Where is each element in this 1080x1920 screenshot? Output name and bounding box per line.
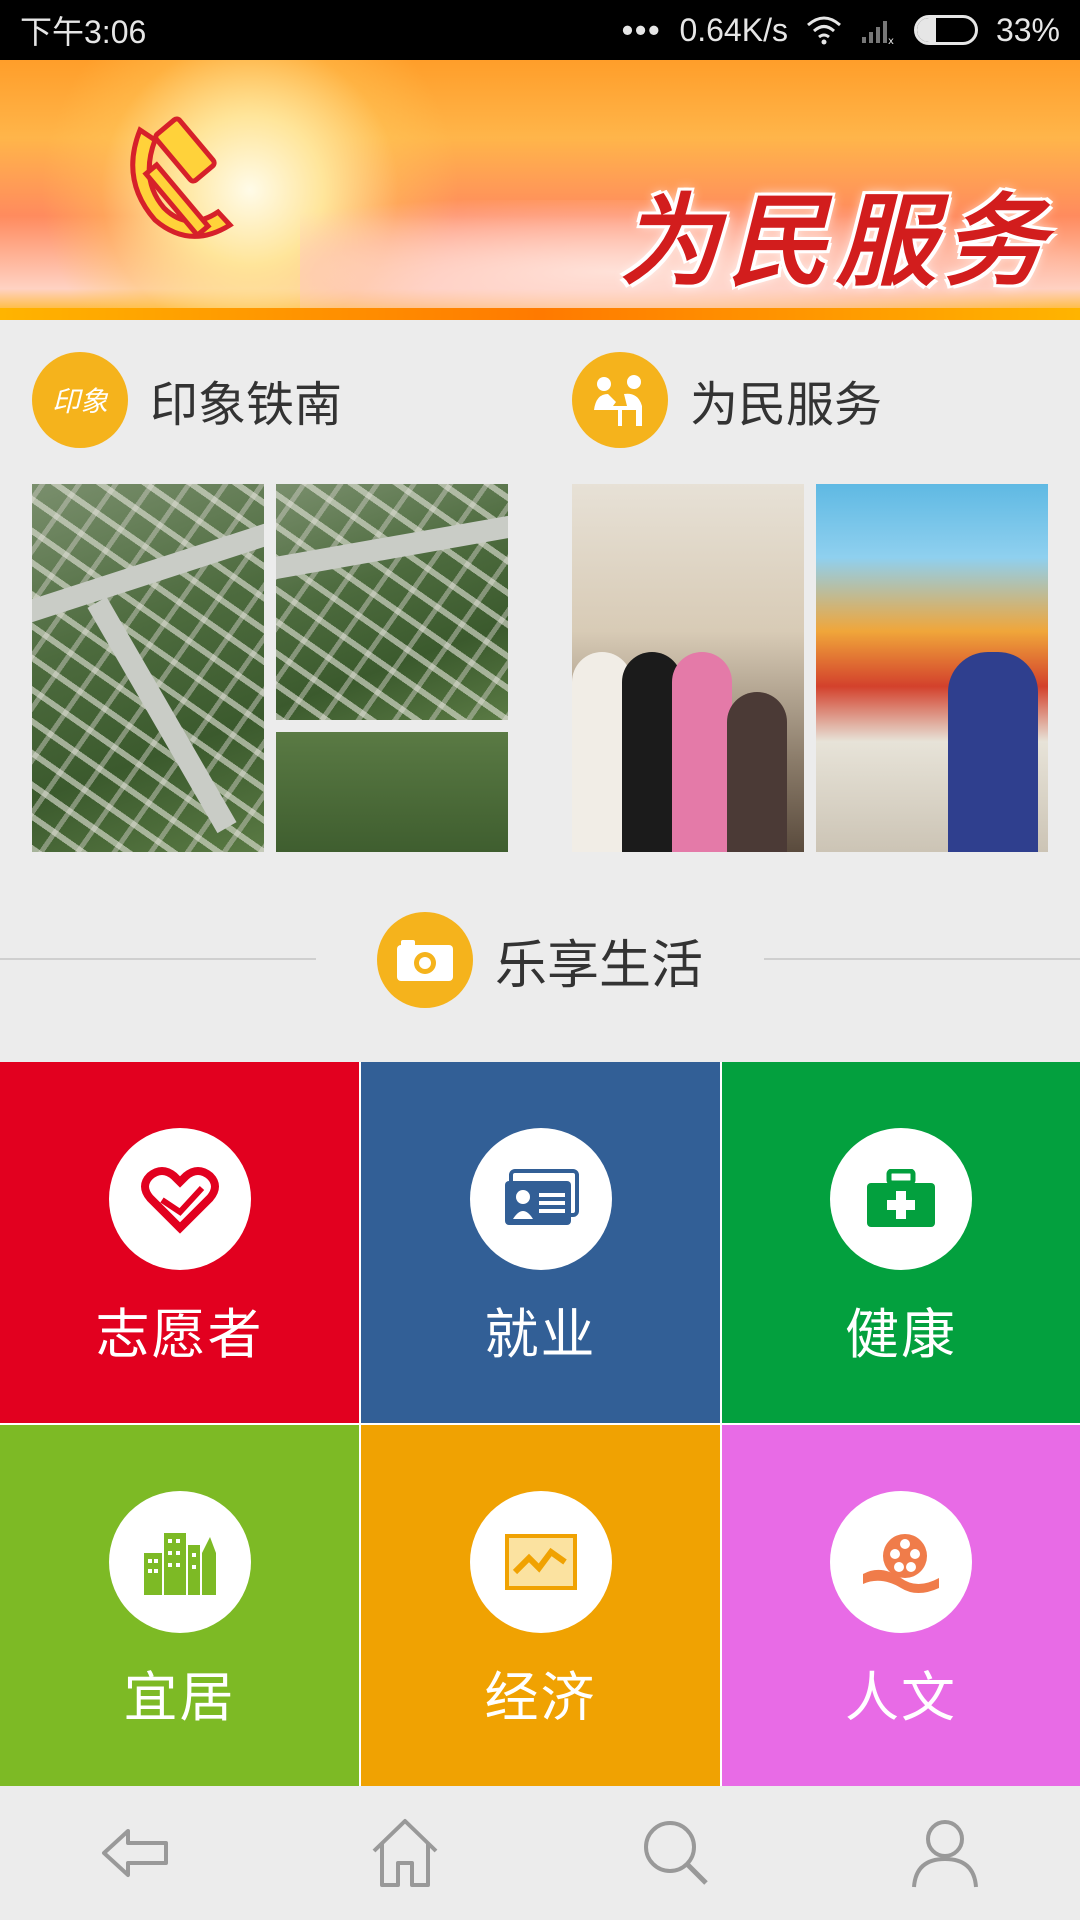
battery-percent: 33% [995,11,1060,48]
tile-culture[interactable]: 人文 [722,1425,1080,1786]
header-banner: 为民服务 [0,60,1080,320]
search-button[interactable] [615,1803,735,1903]
chart-trend-icon [504,1534,577,1590]
buildings-icon [143,1533,216,1595]
service-people-icon [572,352,668,448]
network-speed: 0.64K/s [679,11,788,48]
feature-title: 印象铁南 [150,377,343,433]
tile-label: 志愿者 [95,1303,264,1366]
film-reel-icon [863,1534,939,1593]
tile-employment[interactable]: 就业 [361,1062,720,1423]
back-icon [102,1829,168,1877]
wifi-icon [806,16,841,45]
aerial-photo[interactable] [276,732,508,852]
tile-volunteer[interactable]: 志愿者 [0,1062,359,1423]
id-card-icon [504,1169,579,1225]
yinxiang-logo-icon: 印象 [32,352,128,448]
tile-label: 宜居 [123,1666,236,1729]
user-icon [912,1820,978,1888]
aerial-photo[interactable] [276,484,508,720]
svg-text:x: x [888,36,894,45]
feature-header: 印象 印象铁南 [32,350,512,450]
feature-header: 为民服务 [572,350,1052,450]
category-grid: 志愿者 就业 健康 宜居 经济 人文 [0,1062,1080,1786]
tile-label: 经济 [484,1666,597,1729]
camera-icon [376,912,473,1008]
status-time: 下午3:06 [20,14,147,50]
tile-livable[interactable]: 宜居 [0,1425,359,1786]
banner-title: 为民服务 [620,182,1052,300]
back-button[interactable] [75,1803,195,1903]
feature-photo-grid[interactable] [572,484,1048,852]
status-indicators: ••• 0.64K/s x 33% [622,12,1060,49]
bottom-nav [0,1786,1080,1920]
section-divider: 乐享生活 [0,910,1080,1010]
battery-icon [913,15,978,45]
tile-health[interactable]: 健康 [722,1062,1080,1423]
profile-button[interactable] [885,1803,1005,1903]
feature-photo-grid[interactable] [32,484,508,852]
tile-economy[interactable]: 经济 [361,1425,720,1786]
section-header: 乐享生活 [376,912,703,1008]
feature-yinxiang-tienan[interactable]: 印象 印象铁南 [32,350,512,852]
heart-hand-icon [140,1167,219,1234]
tile-label: 就业 [484,1303,597,1366]
more-dots-icon: ••• [621,11,662,48]
signal-icon: x [861,21,894,45]
tile-label: 人文 [845,1666,957,1729]
home-icon [372,1819,438,1887]
feature-title: 为民服务 [690,377,883,433]
search-icon [644,1821,708,1885]
community-photo[interactable] [816,484,1048,852]
tile-label: 健康 [845,1303,957,1366]
community-photo[interactable] [572,484,804,852]
status-bar: 下午3:06 ••• 0.64K/s x 33% [0,0,1080,60]
party-emblem-icon [130,116,234,239]
section-title: 乐享生活 [494,935,703,996]
medical-kit-icon [867,1169,935,1227]
feature-service-people[interactable]: 为民服务 [572,350,1052,852]
home-button[interactable] [345,1803,465,1903]
aerial-photo[interactable] [32,484,264,852]
